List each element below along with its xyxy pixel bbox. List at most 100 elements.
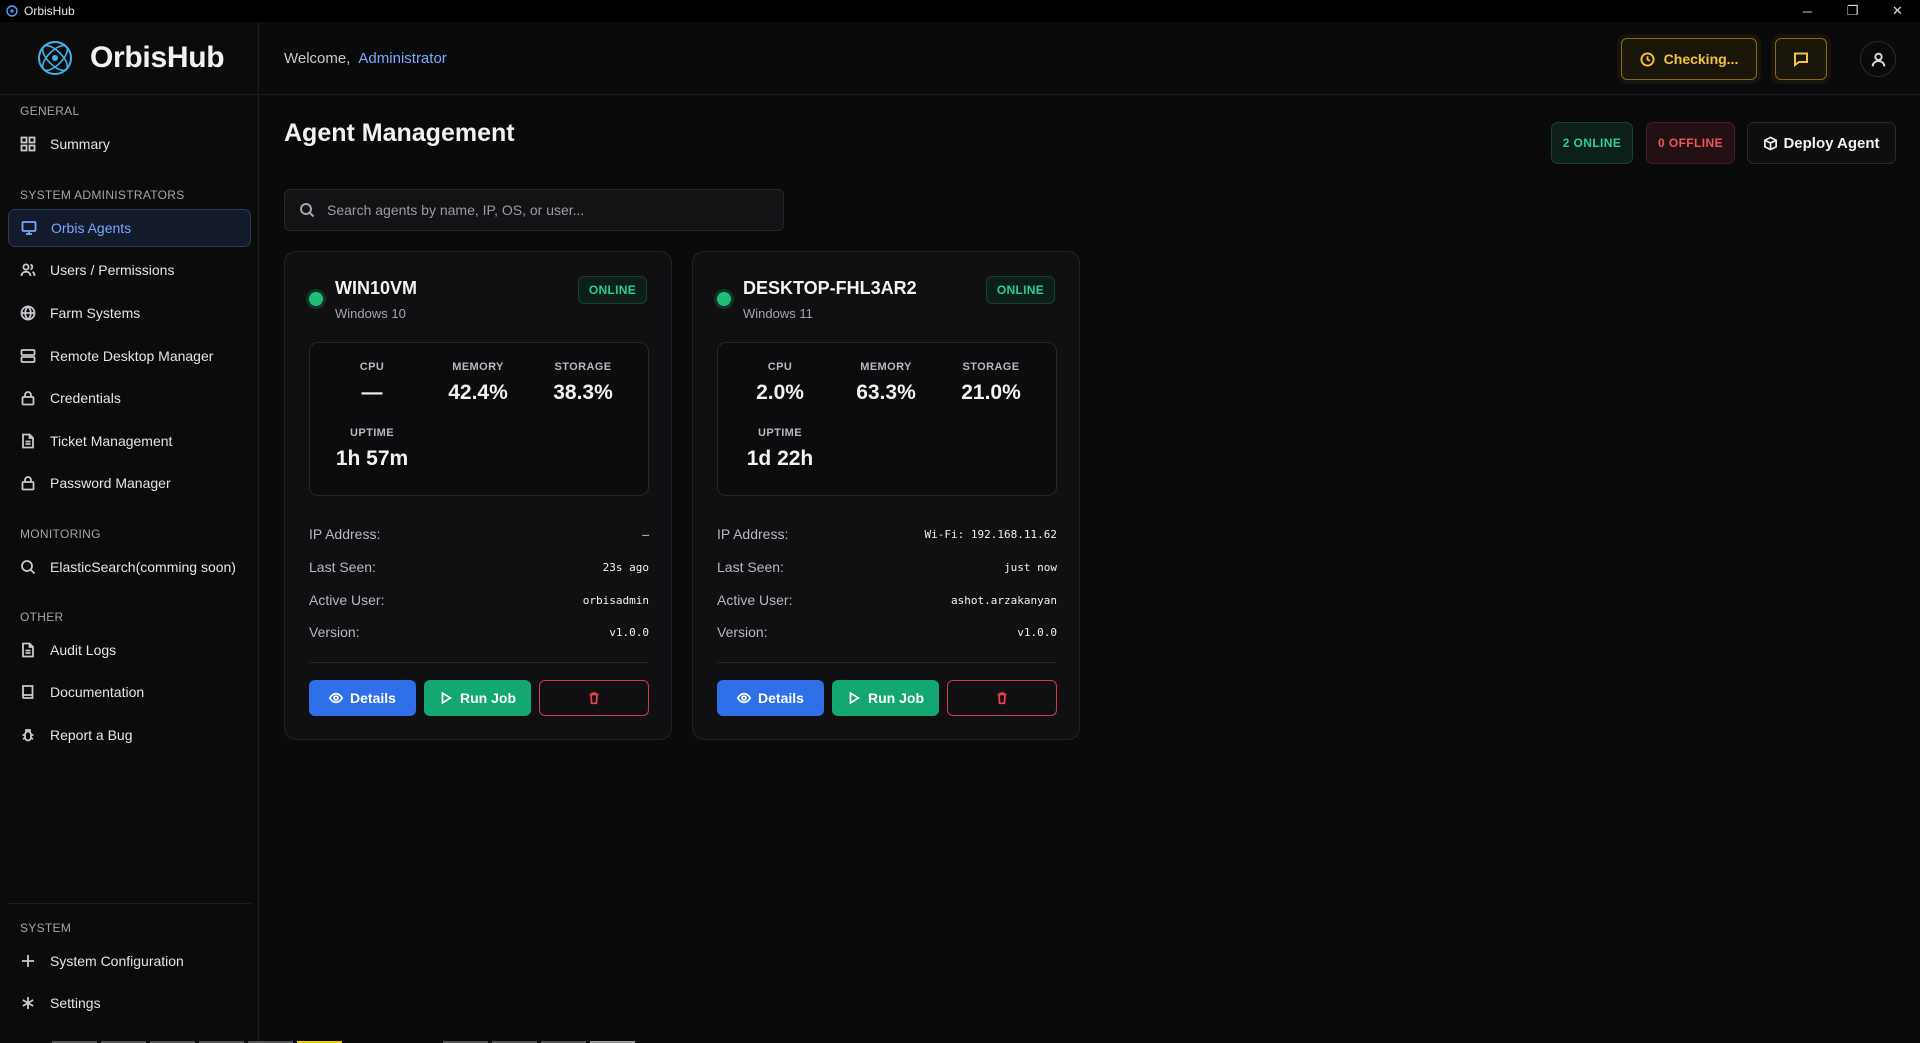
play-icon [849,691,861,705]
metric-label: CPU [767,361,793,373]
delete-agent-button[interactable] [947,680,1057,716]
agent-search-input[interactable] [327,202,767,218]
sidebar-item-credentials[interactable]: Credentials [8,379,251,417]
metric-label: CPU [359,361,385,373]
metric-storage: STORAGE 38.3% [531,361,635,405]
header: Welcome, Administrator Checking... [260,22,1920,95]
section-other: OTHER [20,610,64,624]
metric-uptime: UPTIME 1h 57m [320,427,424,471]
document-icon [22,433,34,449]
details-button[interactable]: Details [717,680,824,716]
info-row-ip: IP Address: Wi-Fi: 192.168.11.62 [717,524,1057,544]
sidebar-item-label: Farm Systems [50,305,141,321]
sidebar-item-label: Remote Desktop Manager [50,348,214,364]
connection-status-button[interactable]: Checking... [1621,38,1757,80]
globe-icon [20,305,36,321]
sidebar-item-label: Credentials [50,390,121,406]
sidebar-item-label: Audit Logs [50,642,117,658]
metric-cpu: CPU 2.0% [728,361,832,405]
info-row-active-user: Active User: ashot.arzakanyan [717,590,1057,610]
sidebar-item-password-manager[interactable]: Password Manager [8,464,251,502]
sidebar-item-ticket-management[interactable]: Ticket Management [8,422,251,460]
offline-count-badge[interactable]: 0 OFFLINE [1646,122,1735,164]
agent-card: DESKTOP-FHL3AR2 Windows 11 ONLINE CPU 2.… [692,251,1080,740]
sidebar-item-summary[interactable]: Summary [8,125,251,163]
sidebar-item-audit-logs[interactable]: Audit Logs [8,631,251,669]
info-label: Version: [309,624,360,640]
search-icon [21,560,36,575]
deploy-agent-button[interactable]: Deploy Agent [1747,122,1896,164]
metric-storage: STORAGE 21.0% [939,361,1043,405]
sidebar-item-system-configuration[interactable]: System Configuration [8,942,251,980]
status-badge: ONLINE [985,276,1055,304]
metric-label: STORAGE [554,361,612,373]
sidebar-item-elasticsearch[interactable]: ElasticSearch(comming soon) [8,548,251,586]
info-value: ashot.arzakanyan [951,593,1057,607]
agent-os: Windows 11 [743,306,813,321]
trash-icon [589,692,599,705]
section-system: SYSTEM [20,921,72,935]
brand[interactable]: OrbisHub [0,22,258,95]
info-value: just now [1004,560,1057,574]
package-icon [1764,135,1778,151]
info-row-last-seen: Last Seen: just now [717,557,1057,577]
info-label: Last Seen: [717,559,784,575]
info-value: v1.0.0 [1017,625,1057,639]
sidebar-item-documentation[interactable]: Documentation [8,673,251,711]
close-button[interactable]: ✕ [1875,0,1920,22]
sidebar-item-farm-systems[interactable]: Farm Systems [8,294,251,332]
sidebar-item-label: ElasticSearch(comming soon) [50,559,236,575]
clock-icon [1640,51,1655,67]
details-label: Details [350,690,396,706]
sparkle-icon [22,955,34,967]
info-value: orbisadmin [582,593,649,607]
user-menu-button[interactable] [1860,41,1896,77]
asterisk-icon [22,997,34,1009]
window-title: OrbisHub [24,4,75,18]
metric-label: UPTIME [350,427,394,439]
sidebar-divider [8,903,251,904]
current-user-name[interactable]: Administrator [358,50,446,67]
messages-button[interactable] [1775,38,1827,80]
connection-status-label: Checking... [1663,51,1739,67]
sidebar: OrbisHub GENERAL Summary SYSTEM ADMINIST… [0,22,259,1043]
sidebar-item-orbis-agents[interactable]: Orbis Agents [8,209,251,247]
metric-value: 1h 57m [335,447,409,470]
search-icon [300,203,315,218]
user-icon [1871,52,1885,66]
lock-icon [21,391,35,406]
agent-card: WIN10VM Windows 10 ONLINE CPU — MEMORY 4… [284,251,672,740]
document-icon [22,642,34,658]
info-label: IP Address: [309,526,381,542]
sidebar-item-label: Report a Bug [50,727,133,743]
status-badge: ONLINE [577,276,647,304]
sidebar-item-label: Settings [50,995,101,1011]
sidebar-item-users[interactable]: Users / Permissions [8,251,251,289]
run-job-button[interactable]: Run Job [832,680,939,716]
delete-agent-button[interactable] [539,680,649,716]
card-divider [309,662,649,663]
sidebar-item-label: Ticket Management [50,433,173,449]
brand-name: OrbisHub [90,41,225,74]
eye-icon [329,692,344,704]
metric-label: UPTIME [758,427,802,439]
metric-label: MEMORY [452,361,504,373]
online-count-badge[interactable]: 2 ONLINE [1551,122,1633,164]
metric-value: 38.3% [553,381,613,404]
run-job-button[interactable]: Run Job [424,680,531,716]
play-icon [441,691,453,705]
metric-value: 1d 22h [746,447,814,470]
sidebar-item-settings[interactable]: Settings [8,984,251,1022]
minimize-button[interactable]: ─ [1785,0,1830,22]
metric-label: STORAGE [962,361,1020,373]
chat-icon [1794,52,1808,67]
section-sysadmins: SYSTEM ADMINISTRATORS [20,188,185,202]
sidebar-item-report-bug[interactable]: Report a Bug [8,716,251,754]
details-label: Details [758,690,804,706]
deploy-agent-label: Deploy Agent [1783,134,1880,152]
info-value: – [642,527,649,541]
card-divider [717,662,1057,663]
restore-button[interactable]: ❐ [1830,0,1875,22]
details-button[interactable]: Details [309,680,416,716]
sidebar-item-remote-desktop-manager[interactable]: Remote Desktop Manager [8,337,251,375]
